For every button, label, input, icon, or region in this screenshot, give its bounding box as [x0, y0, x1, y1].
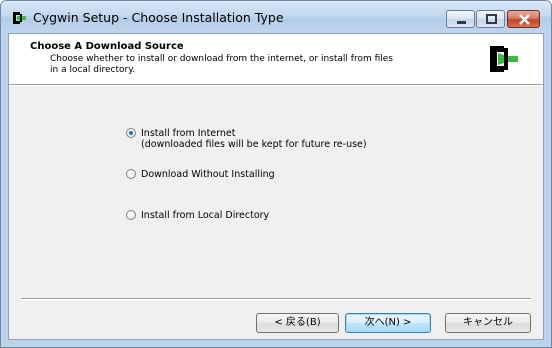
wizard-header: Choose A Download Source Choose whether …: [9, 34, 543, 84]
back-button[interactable]: < 戻る(B): [256, 313, 339, 333]
option-sublabel: (downloaded files will be kept for futur…: [141, 139, 367, 150]
radio-button[interactable]: [126, 169, 136, 179]
page-description: Choose whether to install or download fr…: [50, 54, 430, 76]
maximize-button[interactable]: [476, 10, 505, 28]
window-title: Cygwin Setup - Choose Installation Type: [33, 10, 284, 25]
radio-button[interactable]: [126, 128, 136, 138]
footer-divider: [21, 298, 531, 300]
next-button[interactable]: 次へ(N) >: [345, 313, 431, 333]
page-title: Choose A Download Source: [30, 41, 184, 52]
close-button[interactable]: [507, 10, 540, 28]
option-label: Install from Local Directory: [141, 210, 270, 221]
option-label: Install from Internet: [141, 128, 236, 139]
maximize-icon: [486, 14, 497, 24]
close-icon: [519, 14, 530, 25]
cancel-button[interactable]: キャンセル: [445, 313, 531, 333]
page-description-line: in a local directory.: [50, 65, 136, 75]
title-bar[interactable]: Cygwin Setup - Choose Installation Type: [1, 1, 551, 33]
minimize-icon: [457, 21, 466, 24]
setup-window: Cygwin Setup - Choose Installation Type …: [0, 0, 552, 348]
minimize-button[interactable]: [446, 10, 475, 28]
radio-button[interactable]: [126, 210, 136, 220]
option-label: Download Without Installing: [141, 169, 275, 180]
page-description-line: Choose whether to install or download fr…: [50, 54, 393, 64]
dialog-client-area: Choose A Download Source Choose whether …: [8, 33, 544, 340]
header-divider: [9, 84, 543, 86]
cygwin-logo-icon: [490, 46, 518, 72]
cygwin-icon: [13, 12, 26, 24]
